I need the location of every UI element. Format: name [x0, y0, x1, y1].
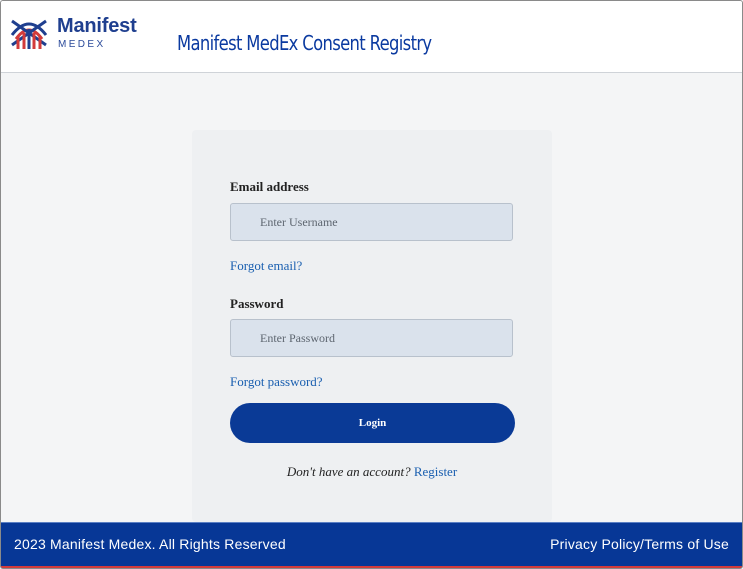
forgot-email-link[interactable]: Forgot email? — [230, 258, 302, 274]
login-button[interactable]: Login — [230, 403, 515, 443]
email-label: Email address — [230, 179, 309, 194]
register-link[interactable]: Register — [414, 464, 457, 479]
app-window: Manifest MEDEX Manifest MedEx Consent Re… — [0, 0, 743, 569]
privacy-policy-link[interactable]: Privacy Policy/Terms of Use — [550, 536, 729, 552]
register-prompt: Don't have an account? Register — [192, 464, 552, 480]
brand-name: Manifest — [57, 15, 137, 37]
copyright-text: 2023 Manifest Medex. All Rights Reserved — [14, 536, 286, 552]
forgot-password-link[interactable]: Forgot password? — [230, 374, 323, 390]
page-title: Manifest MedEx Consent Registry — [177, 31, 432, 55]
password-label: Password — [230, 296, 284, 311]
email-field[interactable] — [230, 203, 513, 241]
no-account-text: Don't have an account? — [286, 464, 411, 479]
password-field[interactable] — [230, 319, 513, 357]
manifest-medex-logo-icon — [10, 19, 48, 49]
footer: 2023 Manifest Medex. All Rights Reserved… — [1, 522, 742, 568]
brand-subtitle: MEDEX — [58, 39, 106, 50]
footer-accent-line — [1, 566, 742, 568]
header: Manifest MEDEX Manifest MedEx Consent Re… — [1, 1, 742, 73]
